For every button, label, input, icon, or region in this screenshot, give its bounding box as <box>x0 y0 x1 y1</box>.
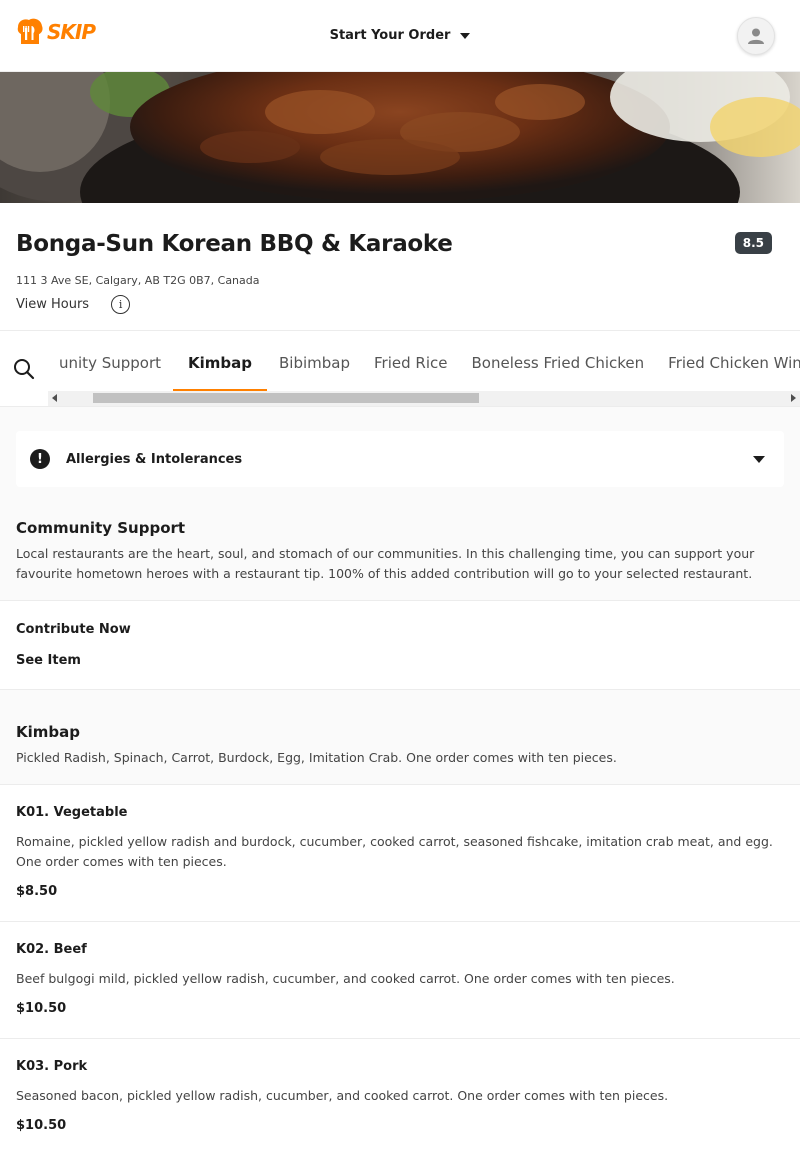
scroll-right-arrow-icon[interactable] <box>791 394 796 402</box>
restaurant-info: Bonga-Sun Korean BBQ & Karaoke 8.5 111 3… <box>0 203 800 331</box>
see-item-link[interactable]: See Item <box>16 653 81 668</box>
restaurant-name: Bonga-Sun Korean BBQ & Karaoke <box>16 231 453 257</box>
category-tab[interactable]: Boneless Fried Chicken <box>459 331 656 391</box>
allergies-label: Allergies & Intolerances <box>66 451 243 467</box>
category-tab[interactable]: unity Support <box>47 331 173 391</box>
view-hours-button[interactable]: View Hours i <box>16 295 131 314</box>
category-tab[interactable]: Fried Rice <box>362 331 459 391</box>
user-avatar-button[interactable] <box>737 17 775 55</box>
menu-item-contribute[interactable]: Contribute Now See Item <box>0 601 800 689</box>
menu-item-k02[interactable]: K02. Beef Beef bulgogi mild, pickled yel… <box>0 922 800 1038</box>
category-tab[interactable]: Fried Chicken Wing <box>656 331 800 391</box>
category-tabs-scrollbar[interactable] <box>48 391 800 406</box>
category-tab[interactable]: Kimbap <box>173 331 268 391</box>
section-description-kimbap: Pickled Radish, Spinach, Carrot, Burdock… <box>16 750 617 765</box>
section-title-community: Community Support <box>16 519 186 537</box>
menu-item-name: K03. Pork <box>16 1059 88 1074</box>
menu-item-price: $8.50 <box>16 884 58 899</box>
view-hours-label: View Hours <box>16 297 90 312</box>
caret-down-icon <box>460 32 471 39</box>
divider <box>0 689 800 690</box>
restaurant-address: 111 3 Ave SE, Calgary, AB T2G 0B7, Canad… <box>16 274 260 287</box>
category-tab[interactable]: Bibimbap <box>267 331 362 391</box>
skip-logo[interactable]: SKIP <box>15 17 96 47</box>
scroll-left-arrow-icon[interactable] <box>52 394 57 402</box>
rating-badge: 8.5 <box>734 232 772 254</box>
menu-item-name: K01. Vegetable <box>16 805 128 820</box>
menu-item-name: Contribute Now <box>16 622 131 637</box>
start-order-label: Start Your Order <box>329 28 451 43</box>
menu-item-description: Romaine, pickled yellow radish and burdo… <box>16 834 773 869</box>
chevron-down-icon <box>753 456 765 463</box>
category-tabs-track: unity Support Kimbap Bibimbap Fried Rice Bon… <box>47 331 800 391</box>
top-header: SKIP Start Your Order <box>0 0 800 72</box>
alert-icon: ! <box>30 449 50 469</box>
section-title-kimbap: Kimbap <box>16 723 80 741</box>
logo-text: SKIP <box>47 20 96 44</box>
allergies-dropdown[interactable]: ! Allergies & Intolerances <box>16 431 784 487</box>
menu-item-k01[interactable]: K01. Vegetable Romaine, pickled yellow r… <box>0 785 800 921</box>
menu-item-name: K02. Beef <box>16 942 87 957</box>
menu-content: ! Allergies & Intolerances Community Sup… <box>0 407 800 1151</box>
restaurant-hero-image <box>0 72 800 203</box>
skip-logo-icon <box>15 17 45 47</box>
scrollbar-thumb[interactable] <box>93 393 479 403</box>
user-icon <box>748 28 764 44</box>
category-tabs: unity Support Kimbap Bibimbap Fried Rice Bon… <box>47 331 800 391</box>
menu-item-description: Beef bulgogi mild, pickled yellow radish… <box>16 971 675 986</box>
menu-item-price: $10.50 <box>16 1118 67 1133</box>
menu-item-k03[interactable]: K03. Pork Seasoned bacon, pickled yellow… <box>0 1039 800 1151</box>
section-description-community: Local restaurants are the heart, soul, a… <box>16 546 755 581</box>
menu-item-description: Seasoned bacon, pickled yellow radish, c… <box>16 1088 669 1103</box>
info-icon: i <box>111 295 131 314</box>
menu-item-price: $10.50 <box>16 1001 67 1016</box>
search-icon[interactable] <box>13 358 35 380</box>
start-order-dropdown[interactable]: Start Your Order <box>330 28 471 43</box>
